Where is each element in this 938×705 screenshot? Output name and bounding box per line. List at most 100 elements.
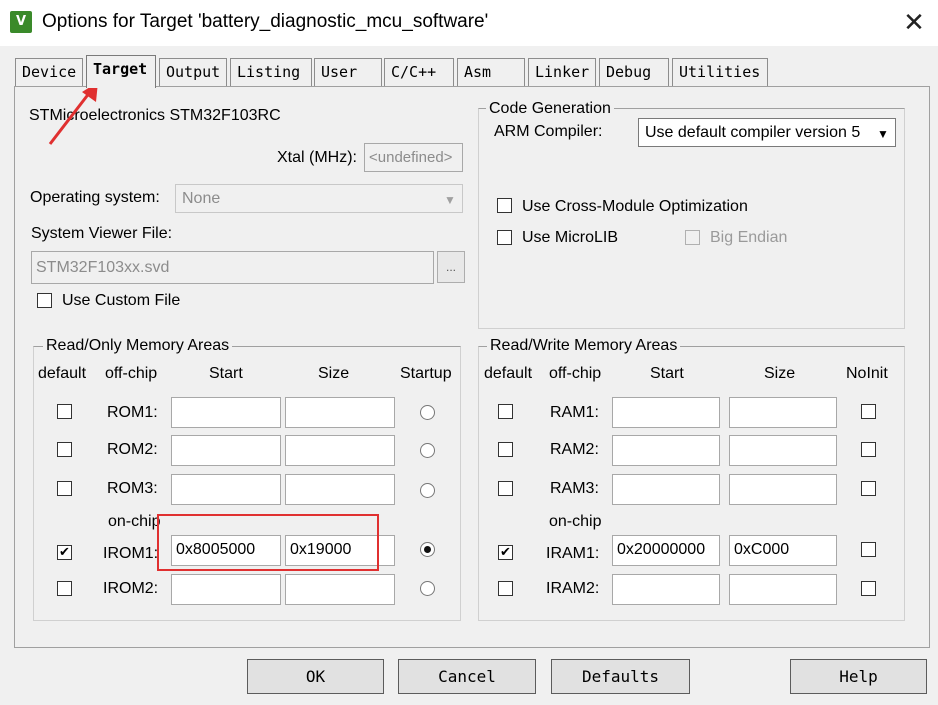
rom1-label: ROM1: [107,404,158,421]
os-value: None [182,190,221,207]
tab-user[interactable]: User [314,58,382,86]
svd-file-field[interactable]: STM32F103xx.svd [31,251,434,284]
use-custom-file-label: Use Custom File [62,292,181,309]
iram2-default-checkbox[interactable] [498,581,513,596]
irom2-label: IROM2: [103,580,159,597]
window-title: Options for Target 'battery_diagnostic_m… [42,11,489,32]
rom2-size-input[interactable] [285,435,395,466]
arm-compiler-label: ARM Compiler: [494,123,603,140]
irom1-label: IROM1: [103,545,159,562]
rw-header-offchip: off-chip [549,365,602,382]
rw-header-noinit: NoInit [846,365,888,382]
tab-debug[interactable]: Debug [599,58,669,86]
cancel-button[interactable]: Cancel [398,659,536,694]
use-microlib-checkbox[interactable] [497,230,512,245]
arm-compiler-select[interactable]: Use default compiler version 5 ▼ [638,118,896,147]
rom1-size-input[interactable] [285,397,395,428]
big-endian-checkbox[interactable] [685,230,700,245]
big-endian-label: Big Endian [710,229,788,246]
ram3-size-input[interactable] [729,474,837,505]
rom2-start-input[interactable] [171,435,281,466]
ram2-label: RAM2: [550,441,599,458]
ram3-label: RAM3: [550,480,599,497]
browse-button[interactable]: ... [437,251,465,283]
rw-onchip-label: on-chip [549,513,602,530]
code-generation-title: Code Generation [486,100,614,118]
ram2-default-checkbox[interactable] [498,442,513,457]
keil-uvision-icon: V [10,11,32,33]
iram1-start-input[interactable]: 0x20000000 [612,535,720,566]
rw-header-size: Size [764,365,796,382]
rom2-startup-radio[interactable] [420,443,435,458]
irom1-default-checkbox[interactable]: ✔ [57,545,72,560]
iram1-noinit-checkbox[interactable] [861,542,876,557]
annotation-highlight-box [157,514,379,571]
svd-label: System Viewer File: [31,225,173,242]
rw-memory-title: Read/Write Memory Areas [487,337,681,355]
annotation-arrow-icon [48,82,98,145]
ro-header-startup: Startup [400,365,452,382]
rom3-startup-radio[interactable] [420,483,435,498]
rom3-size-input[interactable] [285,474,395,505]
rom3-label: ROM3: [107,480,158,497]
ram2-size-input[interactable] [729,435,837,466]
tab-output[interactable]: Output [159,58,227,86]
ram3-noinit-checkbox[interactable] [861,481,876,496]
rw-header-default: default [484,365,533,382]
rw-header-start: Start [650,365,684,382]
ram1-label: RAM1: [550,404,599,421]
close-icon[interactable]: ✕ [896,6,932,40]
rom1-startup-radio[interactable] [420,405,435,420]
ro-header-offchip: off-chip [105,365,158,382]
iram2-noinit-checkbox[interactable] [861,581,876,596]
iram2-label: IRAM2: [546,580,600,597]
ram2-start-input[interactable] [612,435,720,466]
iram1-default-checkbox[interactable]: ✔ [498,545,513,560]
xtal-field[interactable]: <undefined> [364,143,463,172]
iram2-size-input[interactable] [729,574,837,605]
irom2-size-input[interactable] [285,574,395,605]
tab-target[interactable]: Target [86,55,156,88]
ram3-default-checkbox[interactable] [498,481,513,496]
tab-c-cpp[interactable]: C/C++ [384,58,454,86]
iram1-size-input[interactable]: 0xC000 [729,535,837,566]
rom2-label: ROM2: [107,441,158,458]
irom1-startup-radio[interactable] [420,542,435,557]
irom2-start-input[interactable] [171,574,281,605]
radio-selected-dot [424,546,431,553]
rom1-start-input[interactable] [171,397,281,428]
ram1-start-input[interactable] [612,397,720,428]
irom2-default-checkbox[interactable] [57,581,72,596]
ro-header-start: Start [209,365,243,382]
ro-header-size: Size [318,365,350,382]
title-bar: V Options for Target 'battery_diagnostic… [0,0,938,46]
rom3-default-checkbox[interactable] [57,481,72,496]
rom1-default-checkbox[interactable] [57,404,72,419]
cross-module-optimization-label: Use Cross-Module Optimization [522,198,748,215]
os-select[interactable]: None ▼ [175,184,463,213]
defaults-button[interactable]: Defaults [551,659,690,694]
cross-module-optimization-checkbox[interactable] [497,198,512,213]
use-custom-file-checkbox[interactable] [37,293,52,308]
ro-memory-title: Read/Only Memory Areas [43,337,233,355]
irom2-startup-radio[interactable] [420,581,435,596]
rom3-start-input[interactable] [171,474,281,505]
ram1-default-checkbox[interactable] [498,404,513,419]
ok-button[interactable]: OK [247,659,384,694]
ram2-noinit-checkbox[interactable] [861,442,876,457]
os-label: Operating system: [30,189,160,206]
tab-asm[interactable]: Asm [457,58,525,86]
ram1-noinit-checkbox[interactable] [861,404,876,419]
tab-listing[interactable]: Listing [230,58,312,86]
xtal-label: Xtal (MHz): [277,149,357,166]
ram3-start-input[interactable] [612,474,720,505]
tab-utilities[interactable]: Utilities [672,58,768,86]
tab-linker[interactable]: Linker [528,58,596,86]
rom2-default-checkbox[interactable] [57,442,72,457]
help-button[interactable]: Help [790,659,927,694]
chevron-down-icon: ▼ [444,193,456,207]
chevron-down-icon: ▼ [877,127,889,141]
iram2-start-input[interactable] [612,574,720,605]
ram1-size-input[interactable] [729,397,837,428]
ro-header-default: default [38,365,87,382]
